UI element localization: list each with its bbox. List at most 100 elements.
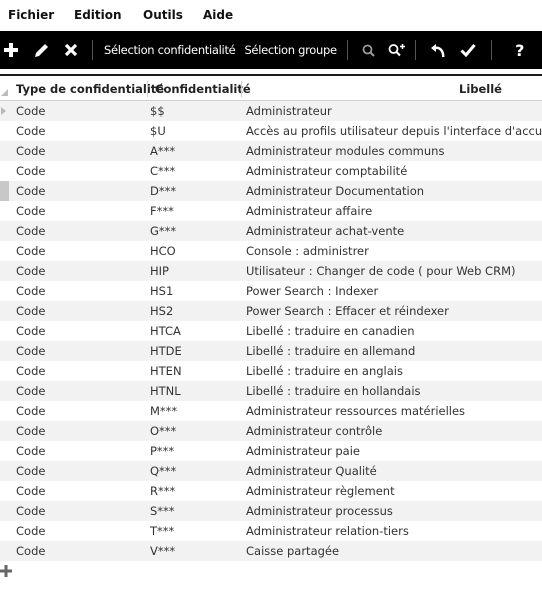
table-row[interactable]: Code HS1 Power Search : Indexer [0,281,542,301]
cell-confidentialite: P*** [150,444,175,458]
cell-libelle: Administrateur Documentation [246,184,425,198]
cell-confidentialite: T*** [150,524,175,538]
cell-type: Code [16,384,46,398]
cell-type: Code [16,324,46,338]
cell-libelle: Administrateur comptabilité [246,164,408,178]
table-row[interactable]: Code P*** Administrateur paie [0,441,542,461]
search-plus-icon[interactable] [387,31,407,69]
toolbar-separator [346,40,348,60]
column-header-libelle[interactable]: Libellé [459,78,502,100]
table-row[interactable]: Code T*** Administrateur relation-tiers [0,521,542,541]
cell-confidentialite: HTEN [150,364,182,378]
cell-confidentialite: V*** [150,544,176,558]
table-row[interactable]: Code HTCA Libellé : traduire en canadien [0,321,542,341]
table-row[interactable]: Code $$ Administrateur [0,101,542,121]
cell-type: Code [16,464,46,478]
column-resizer[interactable] [241,81,242,97]
undo-icon[interactable] [429,31,447,69]
table-row[interactable]: Code F*** Administrateur affaire [0,201,542,221]
cell-libelle: Administrateur processus [246,504,393,518]
table-row[interactable]: Code HCO Console : administrer [0,241,542,261]
cell-type: Code [16,364,46,378]
cell-confidentialite: D*** [150,184,177,198]
table-row[interactable]: Code S*** Administrateur processus [0,501,542,521]
cell-type: Code [16,224,46,238]
cell-confidentialite: R*** [150,484,176,498]
cell-confidentialite: HTDE [150,344,182,358]
cell-type: Code [16,164,46,178]
selection-groupe-button[interactable]: Sélection groupe [244,43,337,57]
select-all-corner[interactable] [1,89,8,96]
cell-confidentialite: C*** [150,164,176,178]
menu-aide[interactable]: Aide [203,8,233,22]
table-row[interactable]: Code HTDE Libellé : traduire en allemand [0,341,542,361]
cell-type: Code [16,124,46,138]
table-row[interactable]: Code HIP Utilisateur : Changer de code ( p… [0,261,542,281]
edit-pencil-icon[interactable] [32,31,50,69]
cell-type: Code [16,204,46,218]
cell-type: Code [16,284,46,298]
help-question-icon[interactable]: ? [513,31,527,69]
search-icon[interactable] [361,31,377,69]
toolbar: Sélection confidentialité Sélection grou… [0,31,542,69]
cell-confidentialite: $U [150,124,166,138]
table-row[interactable]: Code $U Accès au profils utilisateur depui… [0,121,542,141]
cell-confidentialite: A*** [150,144,176,158]
cell-libelle: Administrateur paie [246,444,360,458]
column-header-confidentialite[interactable]: Confidentialité [155,78,251,100]
cell-libelle: Accès au profils utilisateur depuis l'in… [246,124,542,138]
cell-libelle: Administrateur affaire [246,204,373,218]
selection-confidentialite-button[interactable]: Sélection confidentialité [104,43,236,57]
cell-confidentialite: $$ [150,104,165,118]
row-selector[interactable] [0,181,9,201]
cell-confidentialite: M*** [150,404,178,418]
cell-libelle: Administrateur règlement [246,484,395,498]
cell-confidentialite: Q*** [150,464,177,478]
toolbar-underline [0,74,542,76]
menu-edition[interactable]: Edition [74,8,122,22]
menu-bar: Fichier Edition Outils Aide [0,0,542,31]
table-row[interactable]: Code A*** Administrateur modules communs [0,141,542,161]
cell-type: Code [16,504,46,518]
table-row[interactable]: Code D*** Administrateur Documentation [0,181,542,201]
cell-libelle: Administrateur Qualité [246,464,377,478]
table-row[interactable]: Code R*** Administrateur règlement [0,481,542,501]
cell-libelle: Console : administrer [246,244,369,258]
table-row[interactable]: Code C*** Administrateur comptabilité [0,161,542,181]
table-row[interactable]: Code HS2 Power Search : Effacer et réindex… [0,301,542,321]
cell-confidentialite: HIP [150,264,169,278]
table-row[interactable]: Code O*** Administrateur contrôle [0,421,542,441]
cell-type: Code [16,264,46,278]
column-resizer[interactable] [147,81,148,97]
delete-x-icon[interactable] [62,31,80,69]
cell-libelle: Libellé : traduire en allemand [246,344,416,358]
table-row[interactable]: Code Q*** Administrateur Qualité [0,461,542,481]
cell-libelle: Administrateur relation-tiers [246,524,409,538]
cell-type: Code [16,524,46,538]
cell-libelle: Power Search : Indexer [246,284,379,298]
menu-outils[interactable]: Outils [143,8,183,22]
menu-fichier[interactable]: Fichier [8,8,54,22]
current-row-indicator[interactable] [0,101,9,121]
table-row[interactable]: Code HTEN Libellé : traduire en anglais [0,361,542,381]
cell-confidentialite: S*** [150,504,175,518]
table-row[interactable]: Code HTNL Libellé : traduire en hollandais [0,381,542,401]
table-row[interactable]: Code V*** Caisse partagée [0,541,542,561]
cell-type: Code [16,404,46,418]
table-row[interactable]: Code G*** Administrateur achat-vente [0,221,542,241]
cell-libelle: Libellé : traduire en canadien [246,324,415,338]
cell-libelle: Administrateur [246,104,332,118]
toolbar-separator [92,40,93,60]
confirm-check-icon[interactable] [459,31,477,69]
cell-type: Code [16,424,46,438]
cell-type: Code [16,144,46,158]
cell-confidentialite: HCO [150,244,176,258]
cell-type: Code [16,304,46,318]
table-row[interactable]: Code M*** Administrateur ressources matéri… [0,401,542,421]
column-header-type[interactable]: Type de confidentialité [16,78,164,100]
add-row-icon[interactable] [0,562,14,577]
cell-libelle: Utilisateur : Changer de code ( pour Web… [246,264,516,278]
cell-libelle: Administrateur contrôle [246,424,383,438]
add-icon[interactable] [2,31,20,69]
toolbar-separator [490,40,492,60]
